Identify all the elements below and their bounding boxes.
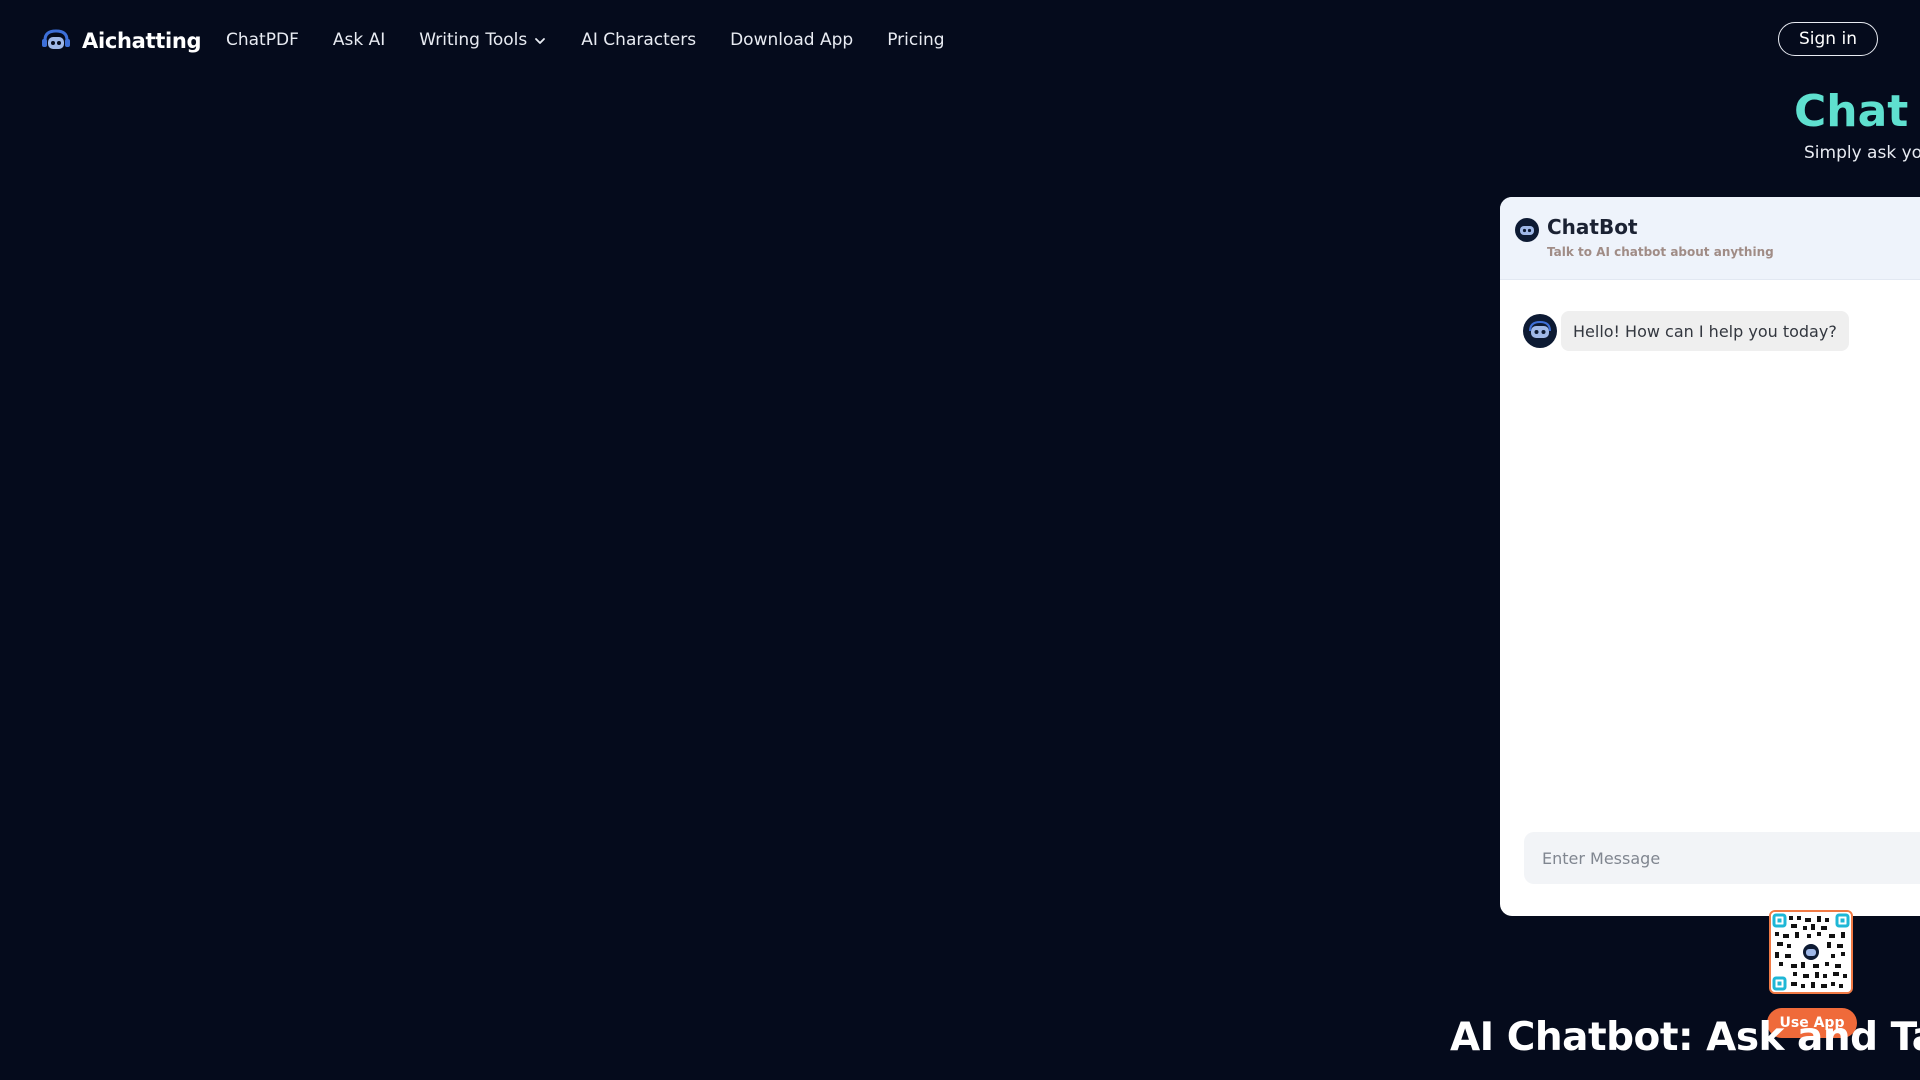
nav-link-ask-ai[interactable]: Ask AI	[333, 30, 385, 50]
page: Aichatting ChatPDF Ask AI Writing Tools …	[0, 0, 1920, 1080]
nav-link-ai-characters[interactable]: AI Characters	[581, 30, 696, 50]
chat-title: ChatBot	[1547, 215, 1638, 239]
chat-subtitle: Talk to AI chatbot about anything	[1547, 245, 1774, 259]
bot-message-bubble: Hello! How can I help you today?	[1561, 311, 1849, 351]
chatbot-avatar-icon	[1515, 218, 1539, 242]
chat-header: ChatBot Talk to AI chatbot about anythin…	[1500, 197, 1920, 280]
nav-links: ChatPDF Ask AI Writing Tools AI Characte…	[226, 30, 979, 50]
nav-link-pricing[interactable]: Pricing	[887, 30, 944, 50]
section-title: AI Chatbot: Ask and Talk t	[1450, 1015, 1920, 1060]
nav-link-writing-tools-label: Writing Tools	[419, 30, 528, 50]
logo-text: Aichatting	[82, 29, 202, 53]
nav-link-writing-tools[interactable]: Writing Tools	[419, 30, 547, 50]
top-nav: Aichatting ChatPDF Ask AI Writing Tools …	[0, 0, 1920, 84]
logo[interactable]: Aichatting	[40, 24, 202, 58]
robot-logo-icon	[40, 27, 72, 55]
message-input[interactable]	[1524, 832, 1920, 884]
nav-link-chatpdf[interactable]: ChatPDF	[226, 30, 299, 50]
sign-in-button[interactable]: Sign in	[1778, 22, 1878, 56]
bot-avatar-icon	[1523, 314, 1557, 348]
nav-link-download-app[interactable]: Download App	[730, 30, 853, 50]
hero-title: Chat w	[1794, 86, 1920, 137]
chat-panel: ChatBot Talk to AI chatbot about anythin…	[1500, 197, 1920, 916]
hero-subtitle: Simply ask you	[1804, 143, 1920, 163]
chevron-down-icon	[533, 33, 547, 47]
qr-code	[1769, 910, 1853, 994]
